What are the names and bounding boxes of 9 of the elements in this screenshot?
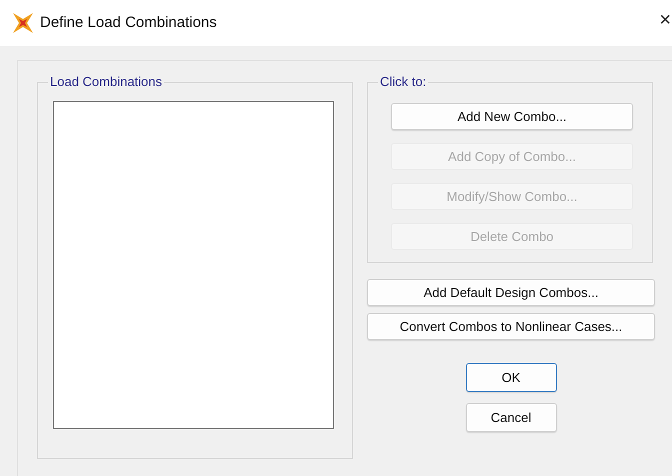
dialog-button[interactable]: Cancel <box>466 403 556 432</box>
close-button[interactable]: × <box>659 10 671 30</box>
combo-button[interactable]: Add New Combo... <box>391 103 633 130</box>
dialog-button[interactable]: OK <box>466 363 556 392</box>
combinations-list[interactable] <box>53 101 334 429</box>
app-logo-icon <box>12 12 34 34</box>
action-button[interactable]: Add Default Design Combos... <box>367 279 655 306</box>
action-button[interactable]: Convert Combos to Nonlinear Cases... <box>367 313 655 340</box>
window-title: Define Load Combinations <box>40 12 217 33</box>
